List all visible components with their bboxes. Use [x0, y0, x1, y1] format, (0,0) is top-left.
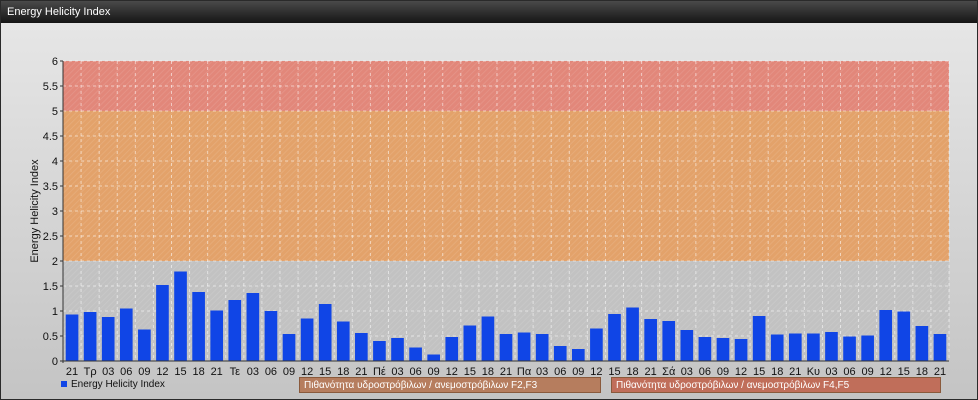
bar	[716, 338, 730, 361]
energy-helicity-chart: 00.511.522.533.544.555.5621 Τρ 03 06 09 12 15 1…	[29, 56, 950, 378]
window-title: Energy Helicity Index	[1, 1, 977, 23]
bar	[409, 347, 422, 361]
bar	[807, 333, 820, 361]
bar	[192, 292, 205, 361]
bar	[65, 314, 79, 361]
chart-panel: 0 0.5 1 1.5 2 2.5 3 3.5 4 4.5 5 5.5 6 21 Τρ 03 06 09 12 15 1…	[1, 23, 977, 399]
x-tick-label: 06	[265, 366, 277, 378]
legend-zone-high-label: Πιθανότητα υδροστρόβιλων / ανεμοστρόβιλω…	[616, 380, 850, 391]
bar	[427, 354, 441, 361]
bar	[535, 334, 549, 361]
bar	[481, 316, 495, 361]
legend-swatch	[61, 381, 67, 388]
legend-zone-high: Πιθανότητα υδροστρόβιλων / ανεμοστρόβιλω…	[611, 377, 941, 393]
bar	[463, 325, 477, 361]
legend-zone-mid-label: Πιθανότητα υδροστρόβιλων / ανεμοστρόβιλω…	[304, 380, 538, 391]
bar	[174, 271, 187, 361]
bar	[644, 319, 657, 361]
bar	[228, 300, 242, 361]
y-axis-title: Energy Helicity Index	[29, 159, 41, 263]
bar	[282, 334, 296, 361]
y-tick-label: 2.5	[43, 231, 58, 243]
y-tick-label: 3	[52, 206, 58, 218]
y-tick-label: 0.5	[43, 331, 58, 343]
bar	[264, 311, 278, 361]
bar	[571, 349, 585, 361]
bar	[825, 332, 838, 361]
bar	[897, 311, 911, 361]
bar	[156, 285, 169, 361]
bar	[879, 310, 893, 361]
bar	[210, 310, 224, 361]
bar	[445, 337, 459, 361]
bar	[933, 334, 947, 361]
bar	[680, 330, 694, 361]
y-tick-label: 4	[52, 156, 58, 168]
bar	[752, 316, 766, 361]
bar	[734, 339, 748, 361]
x-tick-label: 09	[283, 366, 295, 378]
y-tick-label: 0	[52, 356, 58, 368]
y-tick-label: 6	[52, 56, 58, 68]
legend-series[interactable]: Energy Helicity Index	[61, 377, 165, 393]
bar	[300, 318, 314, 361]
bar	[626, 307, 639, 361]
bar	[336, 321, 350, 361]
chart-window: Energy Helicity Index 0 0.5 1 1.5 2 2.5 3 3.5 4 4…	[0, 0, 978, 400]
bar	[861, 335, 874, 361]
y-tick-label: 5.5	[43, 81, 58, 93]
y-tick-label: 2	[52, 256, 58, 268]
bar	[662, 321, 676, 361]
bar	[355, 333, 368, 361]
bar	[246, 293, 260, 361]
y-tick-label: 3.5	[43, 181, 58, 193]
bar	[698, 337, 712, 361]
bar	[915, 326, 929, 361]
bar	[83, 312, 97, 361]
bar	[517, 332, 531, 361]
x-tick-label: Τε	[230, 366, 241, 378]
bar	[590, 328, 603, 361]
y-tick-label: 4.5	[43, 131, 58, 143]
bar	[788, 333, 802, 361]
bar	[843, 336, 856, 361]
x-tick-label: 21	[211, 366, 223, 378]
bar	[373, 341, 386, 361]
legend-zone-mid: Πιθανότητα υδροστρόβιλων / ανεμοστρόβιλω…	[299, 377, 601, 393]
bar	[499, 334, 513, 361]
y-tick-label: 1.5	[43, 281, 58, 293]
y-tick-label: 5	[52, 106, 58, 118]
bar	[391, 338, 404, 361]
bar	[138, 329, 151, 361]
bar	[608, 314, 621, 361]
bar	[553, 346, 567, 361]
x-tick-label: 18	[192, 366, 204, 378]
bar	[318, 304, 332, 361]
bar	[770, 334, 784, 361]
y-tick-label: 1	[52, 306, 58, 318]
bar	[101, 317, 115, 361]
x-tick-label: 15	[174, 366, 186, 378]
bar	[119, 308, 133, 361]
legend-series-label: Energy Helicity Index	[71, 379, 165, 390]
x-tick-label: 03	[247, 366, 259, 378]
